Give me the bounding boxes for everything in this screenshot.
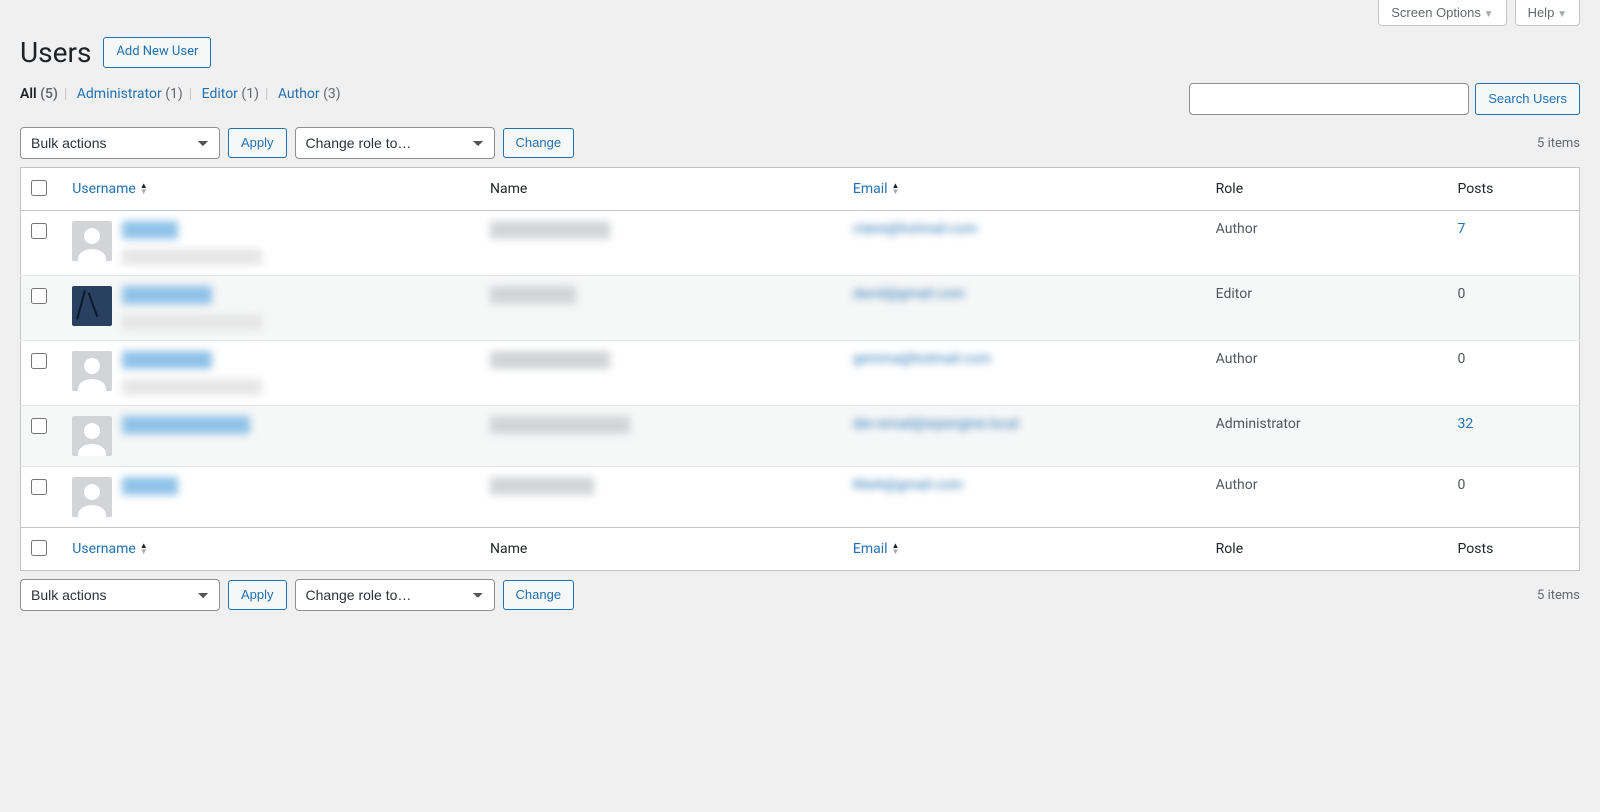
row-checkbox[interactable] [31,353,47,369]
row-actions[interactable] [122,379,262,395]
bulk-actions-select-top[interactable]: Bulk actions [20,127,220,159]
select-all-bottom[interactable] [31,540,47,556]
user-email-link[interactable]: gemma@hotmail.com [853,351,991,367]
avatar [72,351,112,391]
table-row: dev-email@wpengine.local Administrator 32 [21,406,1580,467]
sort-icon: ▲▼ [140,183,148,195]
add-new-user-button[interactable]: Add New User [103,37,211,68]
col-role-bottom: Role [1206,528,1448,571]
col-posts: Posts [1448,168,1580,211]
sort-username[interactable]: Username▲▼ [72,181,147,197]
filter-all[interactable]: All (5) [20,86,58,102]
user-role: Author [1206,467,1448,528]
user-role: Editor [1206,276,1448,341]
row-checkbox[interactable] [31,418,47,434]
col-name: Name [480,168,843,211]
filter-author[interactable]: Author (3) [278,86,341,102]
row-actions[interactable] [122,249,262,265]
user-role: Administrator [1206,406,1448,467]
bulk-apply-bottom[interactable]: Apply [228,580,287,611]
avatar [72,477,112,517]
sort-email[interactable]: Email▲▼ [853,181,900,197]
items-count-top: 5 items [1537,136,1580,151]
user-posts-link[interactable]: 7 [1458,221,1466,237]
user-role: Author [1206,341,1448,406]
sort-email-bottom[interactable]: Email▲▼ [853,541,900,557]
user-posts-count: 0 [1448,341,1580,406]
user-full-name [490,286,576,304]
bulk-actions-select-bottom[interactable]: Bulk actions [20,579,220,611]
table-row: gemma@hotmail.com Author0 [21,341,1580,406]
user-full-name [490,351,610,369]
help-toggle[interactable]: Help [1515,0,1580,26]
user-posts-link[interactable]: 32 [1458,416,1474,432]
user-email-link[interactable]: dev-email@wpengine.local [853,416,1019,432]
user-email-link[interactable]: david@gmail.com [853,286,965,302]
user-full-name [490,221,610,239]
change-role-select-bottom[interactable]: Change role to… [295,579,495,611]
avatar [72,416,112,456]
username-link[interactable] [122,286,212,304]
user-full-name [490,477,594,495]
user-role-filters: All (5) Administrator (1) Editor (1) Aut… [20,86,341,102]
user-full-name [490,416,630,434]
username-link[interactable] [122,351,212,369]
items-count-bottom: 5 items [1537,588,1580,603]
table-row: claire@hotmail.com Author 7 [21,211,1580,276]
row-checkbox[interactable] [31,288,47,304]
user-email-link[interactable]: Mark@gmail.com [853,477,963,493]
table-row: david@gmail.com Editor0 [21,276,1580,341]
filter-editor[interactable]: Editor (1) [202,86,259,102]
bulk-apply-top[interactable]: Apply [228,128,287,159]
page-title: Users [20,36,91,69]
sort-icon: ▲▼ [892,183,900,195]
col-name-bottom: Name [480,528,843,571]
col-role: Role [1206,168,1448,211]
users-table: Username▲▼ Name Email▲▼ Role Posts clair… [20,167,1580,571]
filter-administrator[interactable]: Administrator (1) [77,86,183,102]
sort-username-bottom[interactable]: Username▲▼ [72,541,147,557]
screen-options-toggle[interactable]: Screen Options [1378,0,1506,26]
search-users-button[interactable]: Search Users [1475,83,1580,115]
user-email-link[interactable]: claire@hotmail.com [853,221,978,237]
avatar [72,221,112,261]
change-role-select-top[interactable]: Change role to… [295,127,495,159]
table-row: Mark@gmail.com Author0 [21,467,1580,528]
sort-icon: ▲▼ [140,543,148,555]
change-role-button-bottom[interactable]: Change [503,580,575,611]
username-link[interactable] [122,416,250,434]
select-all-top[interactable] [31,180,47,196]
search-users-input[interactable] [1189,83,1469,115]
username-link[interactable] [122,221,178,239]
user-role: Author [1206,211,1448,276]
row-checkbox[interactable] [31,479,47,495]
user-posts-count: 0 [1448,276,1580,341]
change-role-button-top[interactable]: Change [503,128,575,159]
sort-icon: ▲▼ [892,543,900,555]
col-posts-bottom: Posts [1448,528,1580,571]
user-posts-count: 0 [1448,467,1580,528]
avatar [72,286,112,326]
row-actions[interactable] [122,314,262,330]
username-link[interactable] [122,477,178,495]
row-checkbox[interactable] [31,223,47,239]
